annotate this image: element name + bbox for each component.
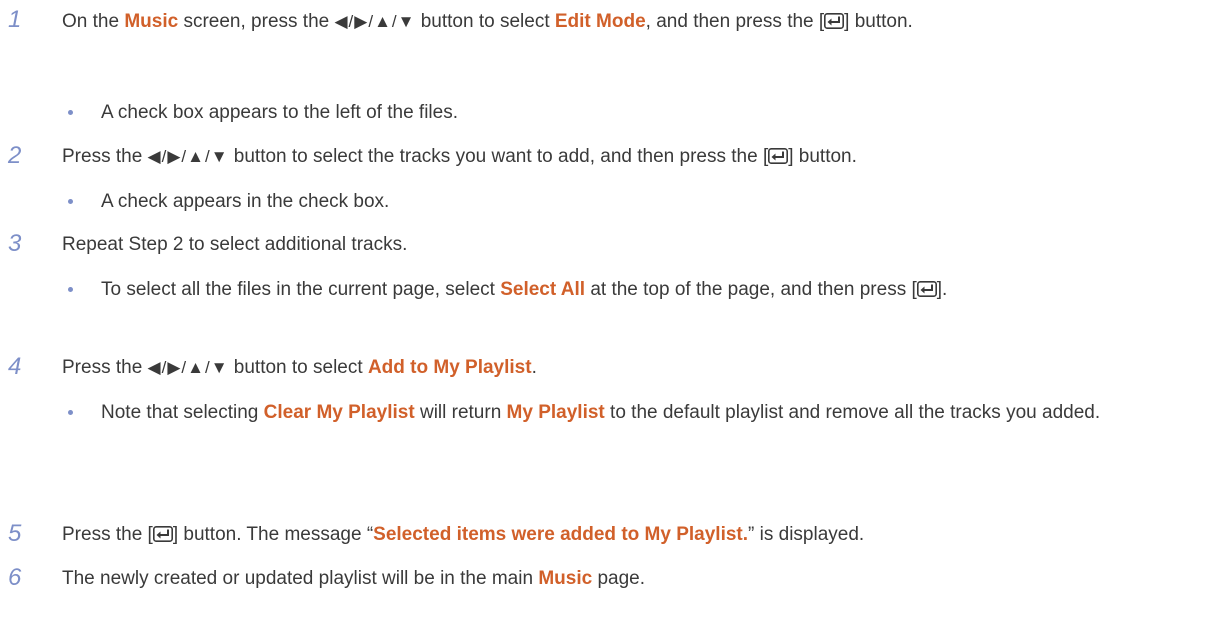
bullet-dot xyxy=(68,199,73,204)
step-text: Press the ◀/▶/▲/▼ button to select Add t… xyxy=(62,357,537,378)
highlight-add-to-my-playlist: Add to My Playlist xyxy=(367,357,532,378)
bullet-dot xyxy=(68,287,73,292)
arrow-buttons-icon: ◀/▶/▲/▼ xyxy=(147,147,229,166)
highlight-select-all: Select All xyxy=(500,279,586,300)
highlight-edit-mode: Edit Mode xyxy=(554,11,646,32)
step-text: The newly created or updated playlist wi… xyxy=(62,568,645,589)
enter-key-icon xyxy=(824,13,844,29)
step-text: On the Music screen, press the ◀/▶/▲/▼ b… xyxy=(62,11,913,32)
highlight-music: Music xyxy=(124,11,179,32)
enter-key-icon xyxy=(153,526,173,542)
bullet-dot xyxy=(68,110,73,115)
highlight-message: Selected items were added to My Playlist… xyxy=(373,524,749,545)
enter-key-icon xyxy=(768,148,788,164)
step-number: 6 xyxy=(8,564,22,591)
arrow-buttons-icon: ◀/▶/▲/▼ xyxy=(334,12,416,31)
step-1: 1 On the Music screen, press the ◀/▶/▲/▼… xyxy=(0,5,1210,75)
step-number: 3 xyxy=(8,230,22,257)
step-text: Repeat Step 2 to select additional track… xyxy=(62,234,408,255)
step-number: 4 xyxy=(8,353,22,380)
step-number: 1 xyxy=(8,6,22,33)
step-text: Press the ◀/▶/▲/▼ button to select the t… xyxy=(62,146,857,167)
step-number: 5 xyxy=(8,520,22,547)
arrow-buttons-icon: ◀/▶/▲/▼ xyxy=(147,358,229,377)
step-number: 2 xyxy=(8,142,22,169)
highlight-music: Music xyxy=(538,568,593,589)
highlight-my-playlist: My Playlist xyxy=(506,402,605,423)
enter-key-icon xyxy=(917,281,937,297)
step-text: Press the [] button. The message “Select… xyxy=(62,524,865,545)
highlight-clear-my-playlist: Clear My Playlist xyxy=(263,402,415,423)
bullet-dot xyxy=(68,410,73,415)
